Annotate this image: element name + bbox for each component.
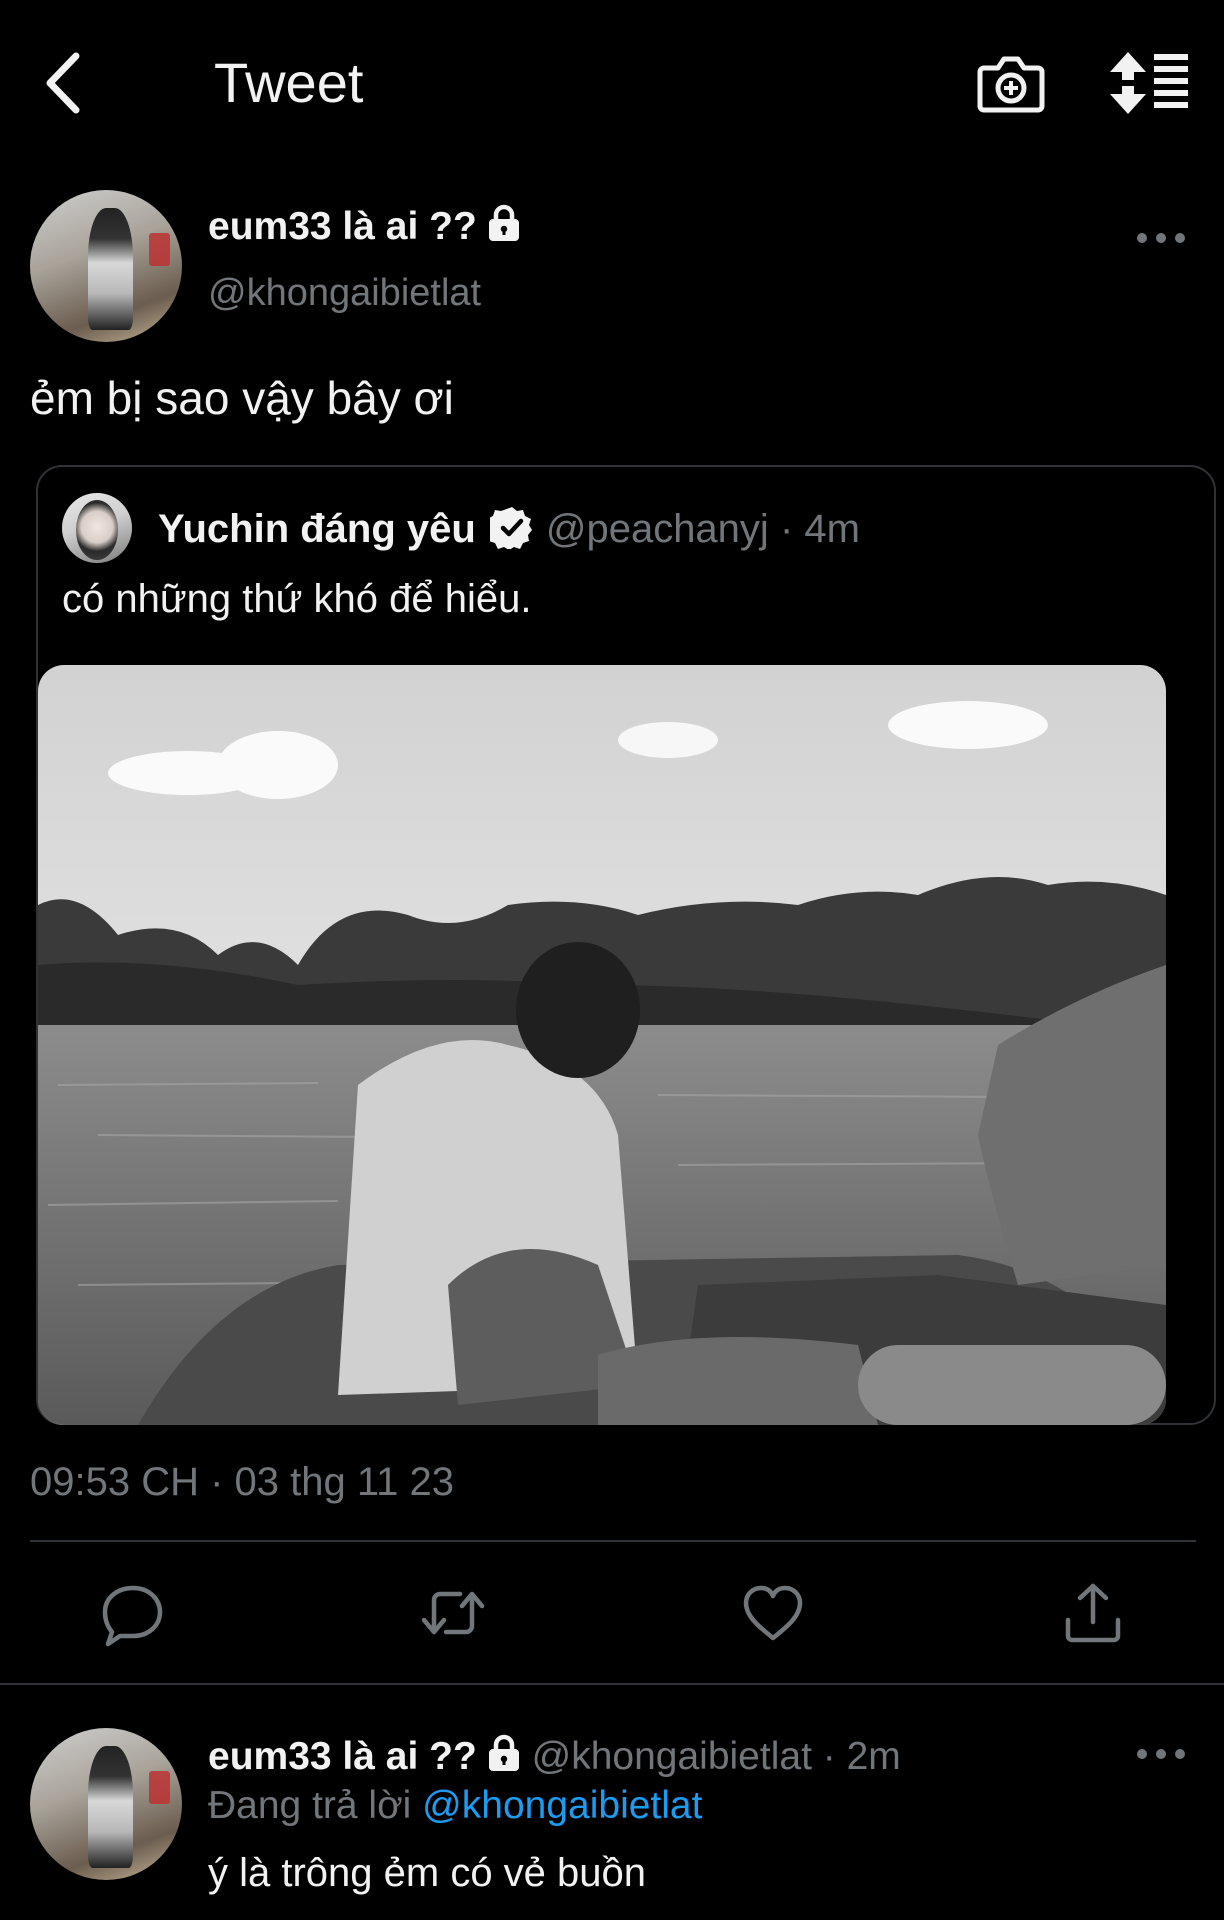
quote-display-name: Yuchin đáng yêu: [158, 507, 476, 551]
share-icon: [1065, 1583, 1121, 1643]
tweet-text: ẻm bị sao vậy bây ơi: [30, 372, 454, 424]
divider: [0, 1683, 1224, 1685]
more-horizontal-icon: [1137, 1749, 1185, 1759]
quote-text: có những thứ khó để hiểu.: [62, 577, 532, 621]
quote-time: 4m: [804, 507, 860, 551]
quote-header: Yuchin đáng yêu @peachanyj · 4m: [158, 502, 860, 563]
avatar[interactable]: [30, 190, 182, 342]
replying-to-link[interactable]: @khongaibietlat: [422, 1784, 702, 1827]
more-horizontal-icon: [1137, 233, 1185, 243]
author-display-name: eum33 là ai ??: [208, 205, 477, 248]
reply-display-name[interactable]: eum33 là ai ??: [208, 1735, 477, 1778]
reply-icon: [102, 1585, 163, 1647]
reply-button[interactable]: [98, 1578, 168, 1648]
retweet-button[interactable]: [418, 1578, 488, 1648]
reply-header: eum33 là ai ?? @khongaibietlat · 2m: [208, 1732, 901, 1786]
chevron-left-icon: [46, 52, 80, 114]
share-button[interactable]: [1058, 1578, 1128, 1648]
reply-text: ý là trông ẻm có vẻ buồn: [208, 1851, 647, 1895]
retweet-icon: [421, 1591, 485, 1635]
top-bar: Tweet: [0, 0, 1224, 170]
quote-handle: @peachanyj: [545, 507, 769, 551]
more-options-button[interactable]: [1130, 220, 1192, 256]
separator: ·: [779, 507, 794, 551]
like-button[interactable]: [738, 1578, 808, 1648]
author-name[interactable]: eum33 là ai ??: [208, 202, 521, 256]
heart-icon: [743, 1585, 803, 1641]
verified-badge-icon: [485, 505, 534, 563]
reply-avatar[interactable]: [30, 1728, 182, 1880]
replying-to: Đang trả lời @khongaibietlat: [208, 1780, 702, 1832]
camera-button[interactable]: [976, 50, 1046, 116]
replying-prefix: Đang trả lời: [208, 1784, 412, 1827]
lock-icon: [487, 1733, 521, 1786]
lock-icon: [487, 203, 521, 256]
back-button[interactable]: [40, 48, 90, 118]
camera-add-icon: [977, 56, 1045, 113]
reply-handle[interactable]: @khongaibietlat: [532, 1735, 812, 1778]
page-title: Tweet: [214, 51, 364, 114]
author-handle[interactable]: @khongaibietlat: [208, 268, 481, 318]
separator: ·: [822, 1735, 836, 1778]
divider: [30, 1540, 1196, 1542]
sort-button[interactable]: [1110, 50, 1190, 116]
quote-media-photo[interactable]: [38, 665, 1166, 1425]
reply-time: 2m: [846, 1735, 901, 1778]
reply-more-options-button[interactable]: [1130, 1736, 1192, 1772]
tweet-timestamp: 09:53 CH · 03 thg 11 23: [30, 1460, 454, 1504]
quote-avatar: [62, 493, 132, 563]
sort-list-icon: [1110, 52, 1188, 114]
